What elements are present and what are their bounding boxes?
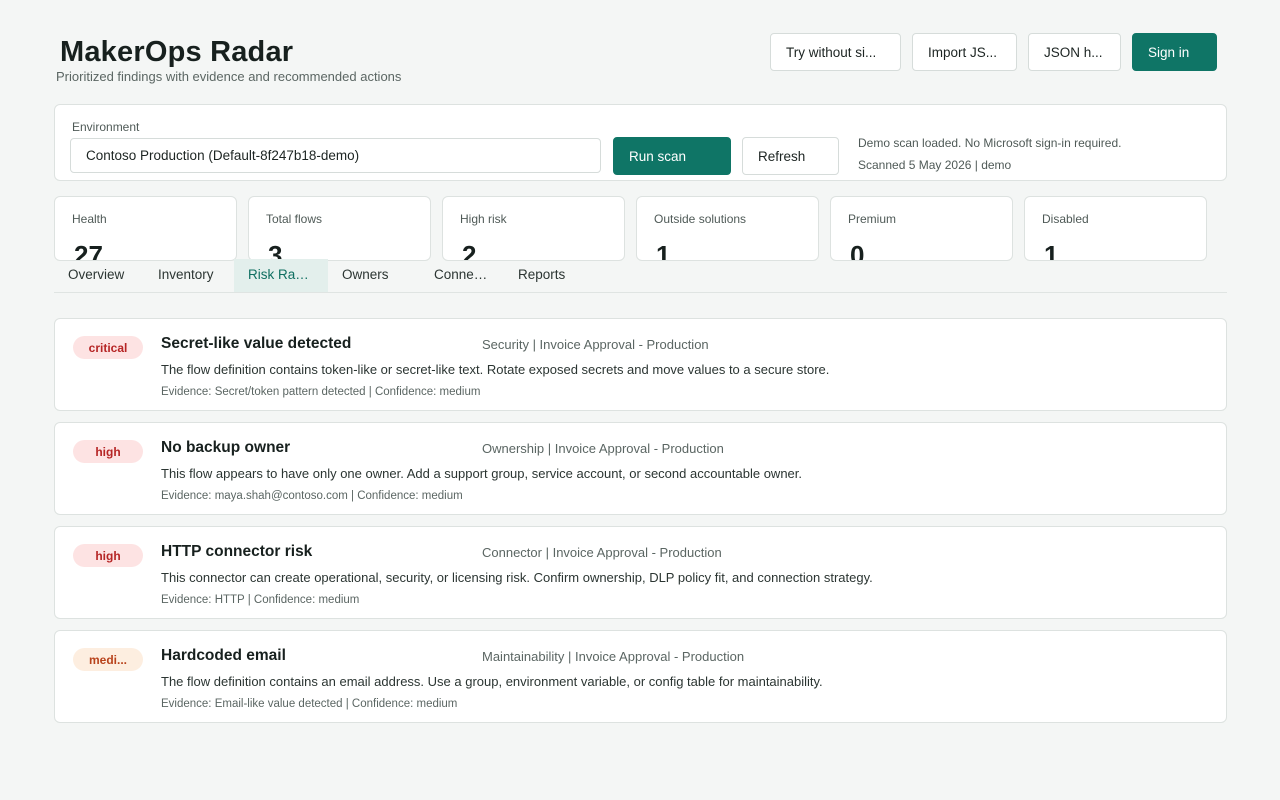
finding-meta: Connector | Invoice Approval - Productio… — [482, 545, 722, 560]
stat-premium: Premium 0 — [830, 196, 1013, 261]
finding-title: Hardcoded email — [161, 647, 286, 664]
refresh-button[interactable]: Refresh — [742, 137, 839, 175]
finding-title: No backup owner — [161, 439, 291, 456]
stats-row: Health 27 Total flows 3 High risk 2 Outs… — [54, 196, 1207, 261]
stat-value: 2 — [462, 240, 477, 261]
finding-card[interactable]: medi... Hardcoded email Maintainability … — [54, 630, 1227, 723]
finding-description: The flow definition contains token-like … — [161, 362, 830, 377]
finding-meta: Ownership | Invoice Approval - Productio… — [482, 441, 724, 456]
stat-value: 1 — [656, 240, 671, 261]
stat-value: 1 — [1044, 240, 1059, 261]
environment-select[interactable]: Contoso Production (Default-8f247b18-dem… — [70, 138, 601, 173]
tab-owners[interactable]: Owners — [328, 259, 418, 292]
tab-inventory[interactable]: Inventory — [144, 259, 234, 292]
finding-description: This flow appears to have only one owner… — [161, 466, 803, 481]
finding-card[interactable]: high No backup owner Ownership | Invoice… — [54, 422, 1227, 515]
stat-label: Outside solutions — [654, 212, 747, 226]
page-header: MakerOps Radar Prioritized findings with… — [56, 36, 401, 84]
try-without-signin-button[interactable]: Try without si... — [770, 33, 901, 71]
run-scan-button[interactable]: Run scan — [613, 137, 731, 175]
stat-value: 0 — [850, 240, 865, 261]
scan-status: Demo scan loaded. No Microsoft sign-in r… — [858, 132, 1121, 176]
finding-evidence: Evidence: HTTP | Confidence: medium — [161, 594, 360, 606]
tab-connectors[interactable]: Connec... — [418, 259, 504, 292]
environment-card: Environment Contoso Production (Default-… — [54, 104, 1227, 181]
scan-status-timestamp: Scanned 5 May 2026 | demo — [858, 158, 1012, 172]
finding-card[interactable]: high HTTP connector risk Connector | Inv… — [54, 526, 1227, 619]
stat-label: Health — [72, 212, 107, 226]
scan-status-message: Demo scan loaded. No Microsoft sign-in r… — [858, 136, 1122, 150]
severity-badge: high — [73, 440, 143, 463]
tab-overview[interactable]: Overview — [54, 259, 144, 292]
finding-evidence: Evidence: Secret/token pattern detected … — [161, 386, 481, 398]
stat-high-risk: High risk 2 — [442, 196, 625, 261]
stat-disabled: Disabled 1 — [1024, 196, 1207, 261]
top-actions: Try without si... Import JS... JSON h...… — [770, 33, 1217, 71]
stat-value: 27 — [74, 240, 103, 261]
stat-label: Premium — [848, 212, 897, 226]
tab-reports[interactable]: Reports — [504, 259, 594, 292]
finding-meta: Maintainability | Invoice Approval - Pro… — [482, 649, 745, 664]
stat-value: 3 — [268, 240, 283, 261]
stat-label: Total flows — [266, 212, 323, 226]
severity-badge: medi... — [73, 648, 143, 671]
severity-badge: critical — [73, 336, 143, 359]
environment-label: Environment — [72, 120, 140, 134]
finding-description: The flow definition contains an email ad… — [161, 674, 823, 689]
severity-badge: high — [73, 544, 143, 567]
page-subtitle: Prioritized findings with evidence and r… — [56, 69, 402, 84]
page-title: MakerOps Radar — [60, 36, 294, 68]
finding-title: HTTP connector risk — [161, 543, 313, 560]
import-json-button[interactable]: Import JS... — [912, 33, 1017, 71]
json-help-button[interactable]: JSON h... — [1028, 33, 1121, 71]
finding-meta: Security | Invoice Approval - Production — [482, 337, 709, 352]
stat-label: Disabled — [1042, 212, 1089, 226]
finding-evidence: Evidence: Email-like value detected | Co… — [161, 698, 458, 710]
finding-card[interactable]: critical Secret-like value detected Secu… — [54, 318, 1227, 411]
finding-title: Secret-like value detected — [161, 335, 352, 352]
finding-evidence: Evidence: maya.shah@contoso.com | Confid… — [161, 490, 463, 502]
sign-in-button[interactable]: Sign in — [1132, 33, 1217, 71]
tab-bar: Overview Inventory Risk Radar Owners Con… — [54, 259, 1227, 293]
stat-total-flows: Total flows 3 — [248, 196, 431, 261]
stat-health: Health 27 — [54, 196, 237, 261]
stat-outside-solutions: Outside solutions 1 — [636, 196, 819, 261]
finding-description: This connector can create operational, s… — [161, 570, 873, 585]
stat-label: High risk — [460, 212, 507, 226]
tab-risk-radar[interactable]: Risk Radar — [234, 259, 328, 292]
findings-list: critical Secret-like value detected Secu… — [54, 318, 1227, 734]
